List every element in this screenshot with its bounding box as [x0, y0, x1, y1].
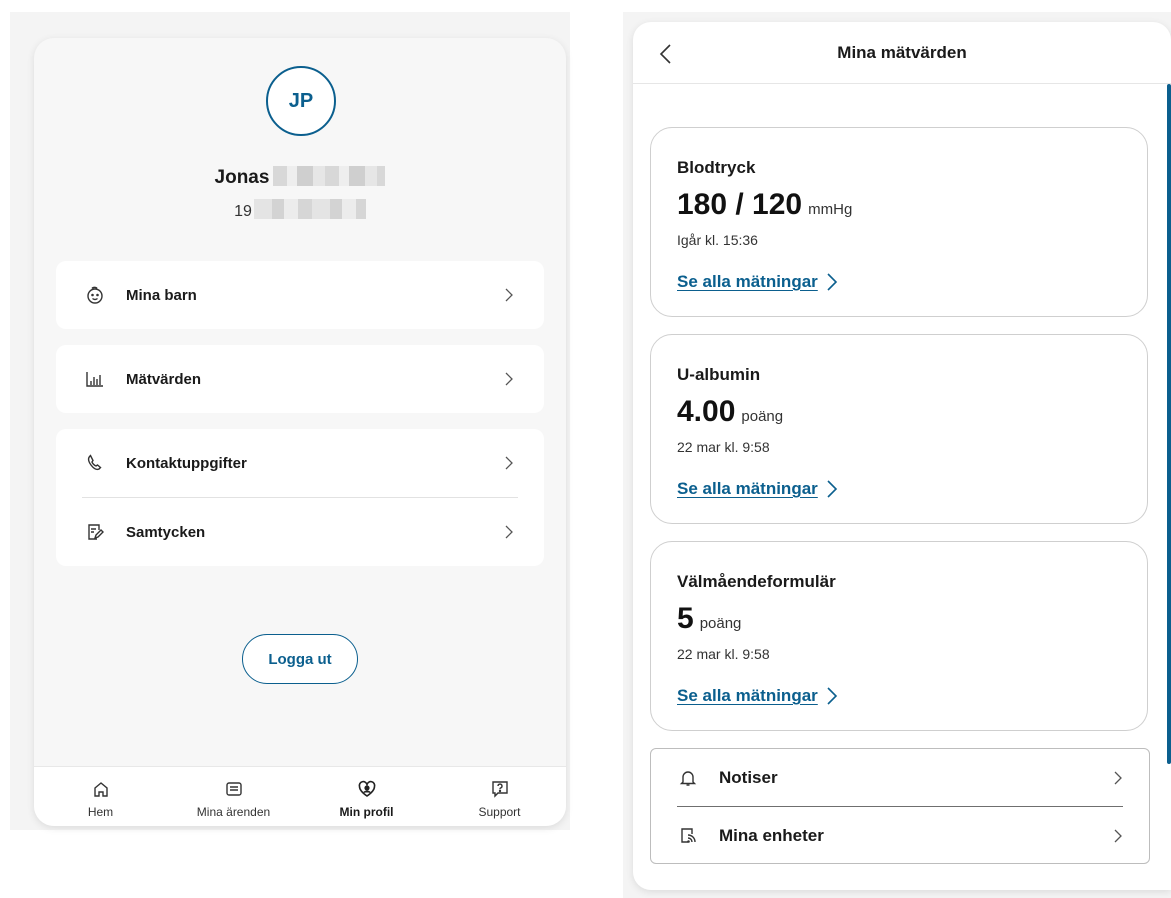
chevron-right-icon — [502, 372, 516, 386]
chevron-right-icon — [827, 687, 837, 705]
user-first-name: Jonas — [214, 167, 270, 188]
measurement-unit: mmHg — [808, 201, 853, 218]
settings-item-label: Notiser — [719, 767, 778, 787]
chevron-right-icon — [1114, 771, 1122, 784]
avatar-initials: JP — [288, 89, 314, 112]
chevron-right-icon — [502, 456, 516, 470]
settings-item-notiser[interactable]: Notiser — [651, 749, 1149, 806]
chevron-right-icon — [502, 288, 516, 302]
menu-item-label: Mätvärden — [126, 370, 202, 388]
scrollbar[interactable] — [1167, 84, 1171, 764]
nav-item-min-profil[interactable]: Min profil — [300, 767, 433, 826]
avatar: JP — [266, 66, 336, 136]
bar-chart-icon — [84, 368, 106, 390]
redacted-personal-number — [253, 199, 366, 219]
measurement-value: 180 / 120 — [677, 188, 803, 221]
chevron-right-icon — [827, 480, 837, 498]
help-icon — [491, 780, 509, 801]
device-icon — [677, 825, 699, 847]
measurements-screen: Mina mätvärden Blodtryck 180 / 120 mmHg … — [633, 22, 1171, 890]
measurement-title: Välmåendeformulär — [677, 572, 836, 591]
redacted-last-name — [273, 166, 386, 186]
menu-card-contact-consent: Kontaktuppgifter Samtycken — [56, 429, 544, 566]
nav-item-label: Hem — [87, 805, 114, 819]
chevron-right-icon — [827, 273, 837, 291]
menu-item-kontaktuppgifter[interactable]: Kontaktuppgifter — [56, 429, 544, 497]
nav-item-mina-arenden[interactable]: Mina ärenden — [167, 767, 300, 826]
measurement-title: U-albumin — [677, 365, 761, 384]
menu-item-label: Samtycken — [126, 523, 206, 541]
measurement-card-u-albumin: U-albumin 4.00 poäng 22 mar kl. 9:58 Se … — [650, 334, 1148, 524]
see-all-link-text: Se alla mätningar — [677, 272, 818, 291]
see-all-link-text: Se alla mätningar — [677, 686, 818, 705]
menu-item-label: Kontaktuppgifter — [126, 454, 247, 472]
measurement-card-valmaendeformular: Välmåendeformulär 5 poäng 22 mar kl. 9:5… — [650, 541, 1148, 731]
see-all-measurements-link[interactable]: Se alla mätningar — [677, 686, 1121, 706]
user-name: Jonas — [34, 166, 566, 189]
measurement-time: 22 mar kl. 9:58 — [677, 439, 770, 455]
measurements-screen-background: Mina mätvärden Blodtryck 180 / 120 mmHg … — [623, 12, 1171, 898]
nav-item-label: Support — [478, 805, 521, 819]
menu-card-measurements: Mätvärden — [56, 345, 544, 413]
nav-item-support[interactable]: Support — [433, 767, 566, 826]
nav-item-label: Mina ärenden — [196, 805, 271, 819]
chevron-right-icon — [502, 525, 516, 539]
home-icon — [92, 780, 110, 801]
measurement-value: 5 — [677, 602, 694, 635]
profile-heart-icon — [358, 780, 376, 801]
see-all-link-text: Se alla mätningar — [677, 479, 818, 498]
bottom-navigation: Hem Mina ärenden Min profil Support — [34, 766, 566, 826]
measurement-value-row: 180 / 120 mmHg — [677, 188, 1121, 222]
measurement-card-blodtryck: Blodtryck 180 / 120 mmHg Igår kl. 15:36 … — [650, 127, 1148, 317]
menu-item-samtycken[interactable]: Samtycken — [56, 498, 544, 566]
menu-item-matvarden[interactable]: Mätvärden — [56, 345, 544, 413]
measurement-time: 22 mar kl. 9:58 — [677, 646, 770, 662]
measurement-time: Igår kl. 15:36 — [677, 232, 758, 248]
logout-button[interactable]: Logga ut — [242, 634, 358, 684]
menu-item-label: Mina barn — [126, 286, 197, 304]
folder-icon — [225, 780, 243, 801]
baby-icon — [84, 284, 106, 306]
nav-item-label: Min profil — [339, 805, 394, 819]
profile-screen-background: JP Jonas 19 Mina barn Mätvärden Kontaktu… — [10, 12, 570, 830]
measurement-unit: poäng — [741, 408, 784, 425]
menu-item-mina-barn[interactable]: Mina barn — [56, 261, 544, 329]
personal-number-prefix: 19 — [234, 203, 252, 220]
phone-icon — [84, 452, 106, 474]
page-title: Mina mätvärden — [837, 42, 967, 62]
see-all-measurements-link[interactable]: Se alla mätningar — [677, 479, 1121, 499]
settings-card: Notiser Mina enheter — [650, 748, 1150, 864]
settings-item-mina-enheter[interactable]: Mina enheter — [651, 807, 1149, 864]
bell-icon — [677, 767, 699, 789]
settings-item-label: Mina enheter — [719, 825, 824, 845]
measurement-value-row: 5 poäng — [677, 602, 1121, 636]
nav-item-hem[interactable]: Hem — [34, 767, 167, 826]
chevron-right-icon — [1114, 829, 1122, 842]
measurement-title: Blodtryck — [677, 158, 756, 177]
header: Mina mätvärden — [633, 22, 1171, 84]
measurement-unit: poäng — [699, 615, 742, 632]
measurement-value-row: 4.00 poäng — [677, 395, 1121, 429]
see-all-measurements-link[interactable]: Se alla mätningar — [677, 272, 1121, 292]
consent-form-icon — [84, 521, 106, 543]
chevron-left-icon — [659, 44, 671, 64]
personal-number: 19 — [34, 199, 566, 221]
profile-screen: JP Jonas 19 Mina barn Mätvärden Kontaktu… — [34, 38, 566, 826]
back-button[interactable] — [655, 42, 675, 66]
measurement-value: 4.00 — [677, 395, 736, 428]
menu-card-children: Mina barn — [56, 261, 544, 329]
